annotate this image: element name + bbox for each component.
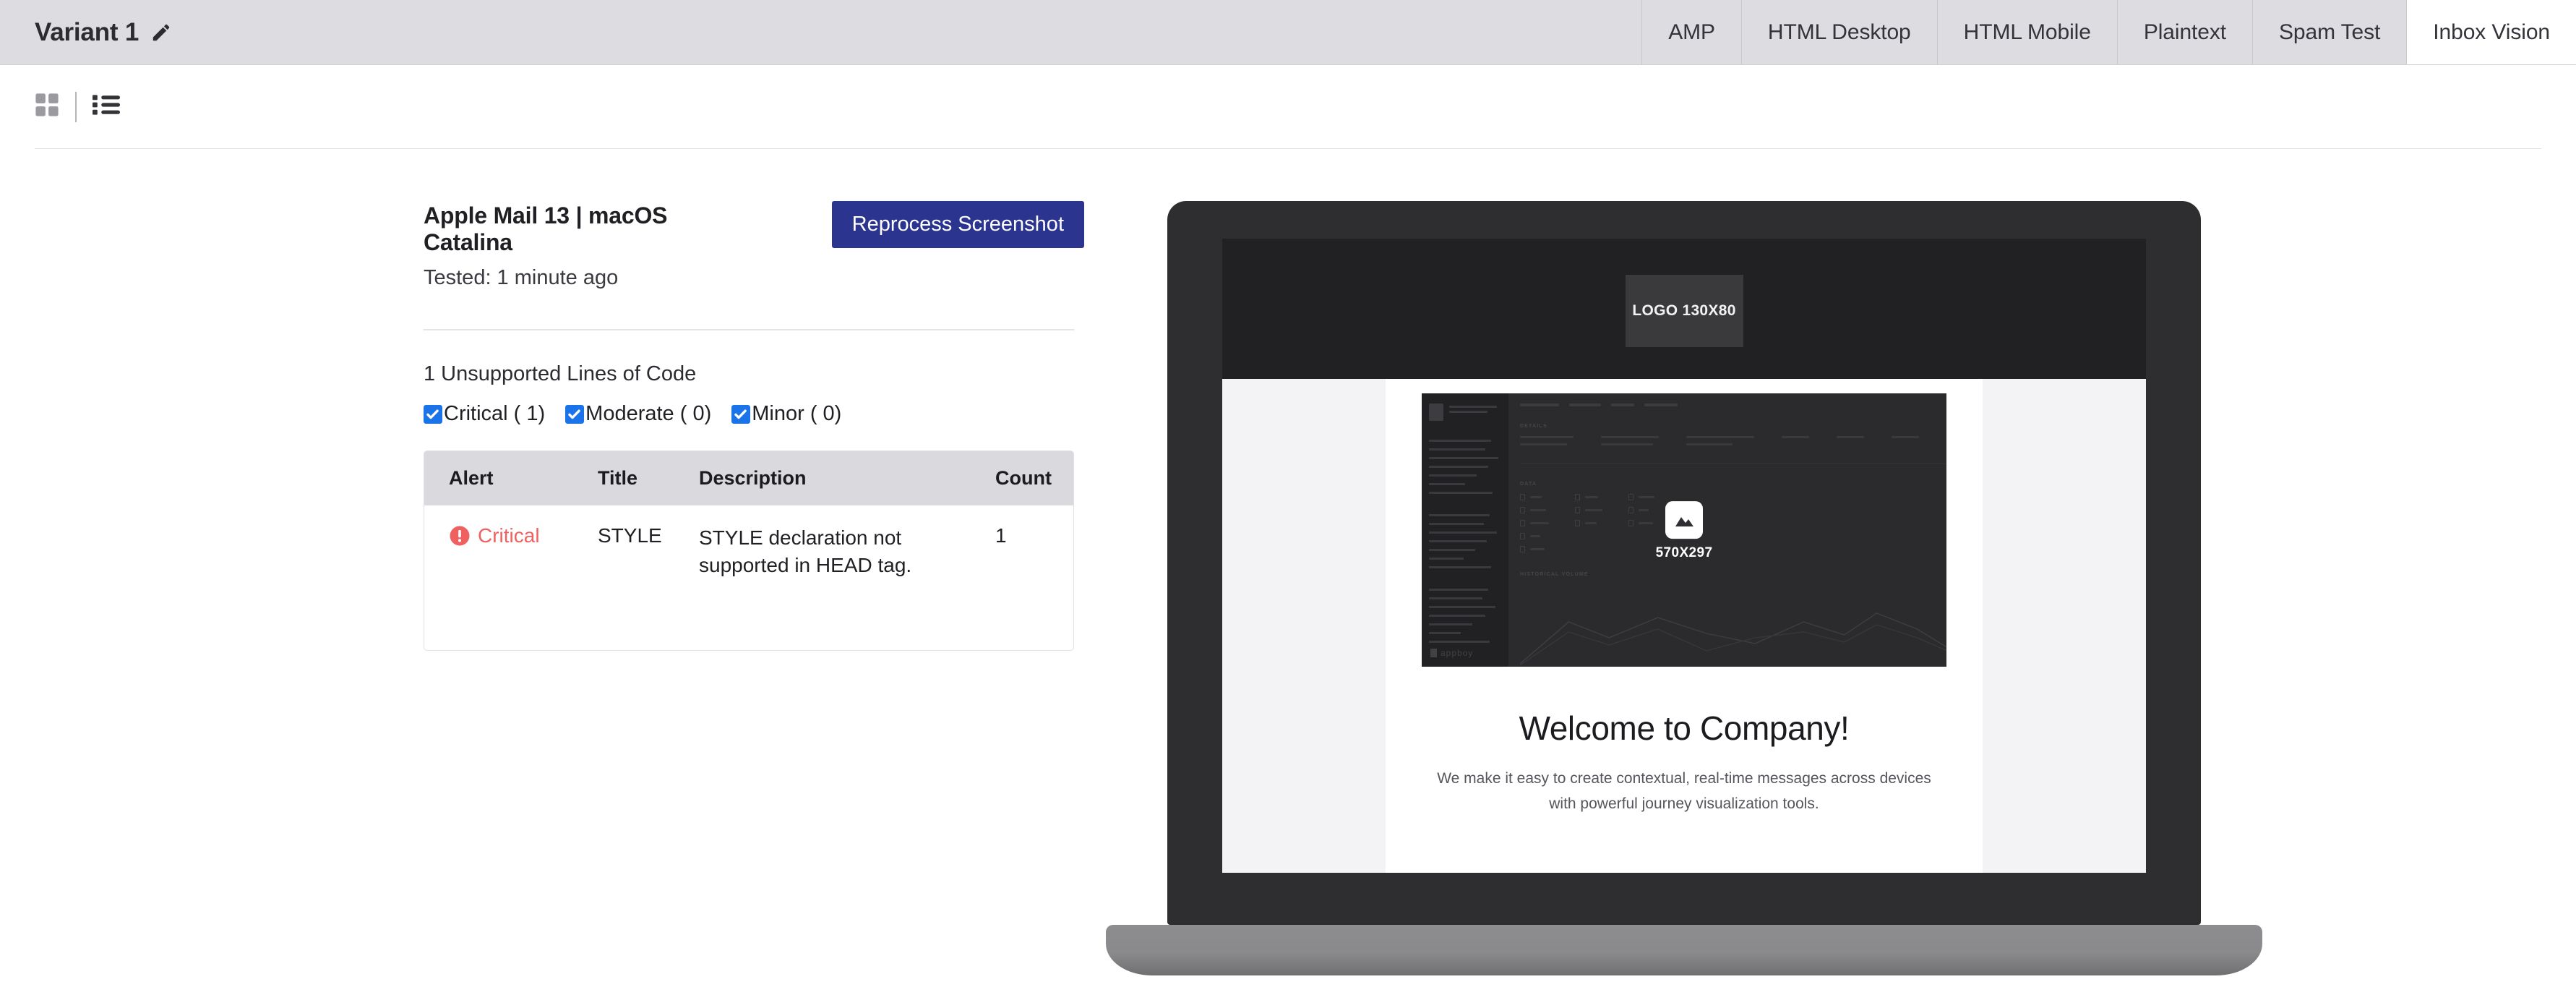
tabbar-spacer xyxy=(172,0,1641,64)
cell-count: 1 xyxy=(995,524,1007,547)
email-headline: Welcome to Company! xyxy=(1519,709,1850,747)
alerts-table: Alert Title Description Count Critical S… xyxy=(424,450,1074,651)
alert-description-text: STYLE declaration not supported in HEAD … xyxy=(699,526,912,576)
hero-image-area: appboy DETAILS DATA HISTORICAL VOLUME 57… xyxy=(1386,393,1983,667)
tab-amp[interactable]: AMP xyxy=(1641,0,1741,64)
result-header-texts: Apple Mail 13 | macOS Catalina Tested: 1… xyxy=(424,201,731,290)
result-panel: Apple Mail 13 | macOS Catalina Tested: 1… xyxy=(0,201,1084,651)
email-logo-band: LOGO 130X80 xyxy=(1222,239,2146,379)
result-header: Apple Mail 13 | macOS Catalina Tested: 1… xyxy=(424,201,1084,290)
filter-moderate-label: Moderate ( 0) xyxy=(585,402,712,425)
reprocess-screenshot-button[interactable]: Reprocess Screenshot xyxy=(831,201,1084,248)
tab-list: AMP HTML Desktop HTML Mobile Plaintext S… xyxy=(1641,0,2576,64)
dashboard-line-chart xyxy=(1519,600,1946,667)
dashboard-brand: appboy xyxy=(1430,648,1473,658)
dashboard-details-row xyxy=(1520,436,1946,450)
laptop-base xyxy=(1106,925,2262,976)
email-copy-block: Welcome to Company! We make it easy to c… xyxy=(1386,667,1983,874)
laptop-lid: LOGO 130X80 appboy DETAILS DATA HISTORIC… xyxy=(1167,201,2201,926)
critical-alert-icon xyxy=(449,525,471,547)
email-subcopy: We make it easy to create contextual, re… xyxy=(1437,770,1931,812)
list-view-icon[interactable] xyxy=(93,94,120,119)
variant-block: Variant 1 xyxy=(0,0,172,64)
table-header-row: Alert Title Description Count xyxy=(424,451,1073,505)
table-row: Critical STYLE STYLE declaration not sup… xyxy=(424,505,1073,650)
dashboard-logo-mark xyxy=(1429,403,1443,421)
filter-minor[interactable]: Minor ( 0) xyxy=(731,402,841,426)
preview-panel: LOGO 130X80 appboy DETAILS DATA HISTORIC… xyxy=(1084,201,2576,976)
dashboard-section-historical: HISTORICAL VOLUME xyxy=(1520,572,1589,577)
dashboard-logo-lines xyxy=(1449,403,1501,416)
filter-critical[interactable]: Critical ( 1) xyxy=(424,402,545,426)
image-placeholder-label: 570X297 xyxy=(1655,545,1713,561)
main-content: Apple Mail 13 | macOS Catalina Tested: 1… xyxy=(0,149,2576,976)
filter-minor-label: Minor ( 0) xyxy=(752,402,842,425)
tab-spam-test[interactable]: Spam Test xyxy=(2252,0,2406,64)
cell-description: STYLE declaration not supported in HEAD … xyxy=(699,505,974,650)
view-toolbar xyxy=(0,65,2576,148)
top-tab-bar: Variant 1 AMP HTML Desktop HTML Mobile P… xyxy=(0,0,2576,65)
dashboard-topnav xyxy=(1520,403,1946,406)
tab-html-desktop[interactable]: HTML Desktop xyxy=(1740,0,1937,64)
severity-filters: Critical ( 1) Moderate ( 0) Minor (0) xyxy=(424,402,1084,426)
email-body: appboy DETAILS DATA HISTORICAL VOLUME 57… xyxy=(1386,379,1983,874)
laptop-screen: LOGO 130X80 appboy DETAILS DATA HISTORIC… xyxy=(1222,239,2146,874)
tested-timestamp: Tested: 1 minute ago xyxy=(424,266,619,289)
column-header-title: Title xyxy=(598,467,638,489)
dashboard-section-details: DETAILS xyxy=(1520,424,1547,429)
cell-alert: Critical xyxy=(424,505,598,650)
column-header-description: Description xyxy=(699,467,807,489)
tab-html-mobile[interactable]: HTML Mobile xyxy=(1936,0,2117,64)
tab-plaintext[interactable]: Plaintext xyxy=(2116,0,2252,64)
cell-title: STYLE xyxy=(598,524,662,547)
variant-title: Variant 1 xyxy=(35,17,139,46)
dashboard-section-data: DATA xyxy=(1520,482,1537,487)
image-placeholder-icon xyxy=(1665,501,1703,539)
email-lower-background: appboy DETAILS DATA HISTORICAL VOLUME 57… xyxy=(1222,379,2146,874)
filter-moderate[interactable]: Moderate ( 0) xyxy=(565,402,711,426)
unsupported-lines-summary: 1 Unsupported Lines of Code xyxy=(424,362,697,385)
alert-severity-label: Critical xyxy=(478,524,540,547)
dashboard-screenshot: appboy DETAILS DATA HISTORICAL VOLUME 57… xyxy=(1422,393,1946,667)
logo-placeholder: LOGO 130X80 xyxy=(1625,275,1743,347)
checkbox-moderate[interactable] xyxy=(565,404,585,424)
email-preview: LOGO 130X80 appboy DETAILS DATA HISTORIC… xyxy=(1222,239,2146,874)
email-client-title: Apple Mail 13 | macOS Catalina xyxy=(424,202,668,255)
panel-divider xyxy=(424,329,1074,330)
toolbar-divider xyxy=(75,91,77,122)
laptop-mockup: LOGO 130X80 appboy DETAILS DATA HISTORIC… xyxy=(1106,201,2262,976)
image-placeholder-block: 570X297 xyxy=(1422,501,1946,561)
checkbox-critical[interactable] xyxy=(424,404,442,424)
checkbox-minor[interactable] xyxy=(731,404,751,424)
tab-inbox-vision[interactable]: Inbox Vision xyxy=(2406,0,2576,64)
filter-critical-label: Critical ( 1) xyxy=(444,402,546,425)
column-header-alert: Alert xyxy=(449,467,494,489)
grid-view-icon[interactable] xyxy=(35,93,59,121)
pencil-icon[interactable] xyxy=(150,22,172,43)
column-header-count: Count xyxy=(995,467,1052,489)
